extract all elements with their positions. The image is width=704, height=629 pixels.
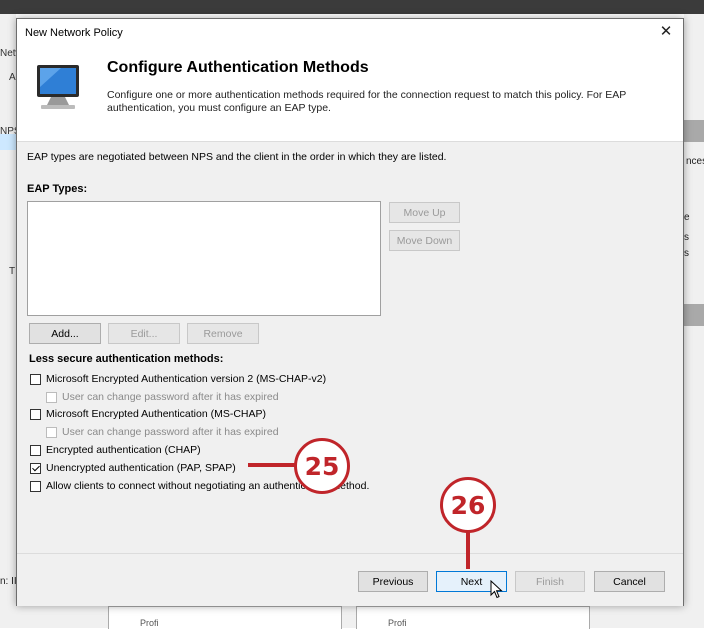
background-text: nces: [686, 156, 704, 167]
mschapv2-change-password-option[interactable]: User can change password after it has ex…: [46, 391, 279, 403]
step-number: 26: [450, 490, 486, 520]
mschapv2-change-password-label: User can change password after it has ex…: [62, 391, 279, 403]
page-title: Configure Authentication Methods: [107, 59, 369, 76]
previous-button[interactable]: Previous: [358, 571, 428, 592]
edit-eap-button[interactable]: Edit...: [108, 323, 180, 344]
move-down-button[interactable]: Move Down: [389, 230, 460, 251]
monitor-icon: [37, 65, 79, 109]
pap-spap-option[interactable]: Unencrypted authentication (PAP, SPAP): [30, 462, 236, 474]
background-window-titlebar: [0, 0, 704, 14]
background-text: Netw: [0, 48, 16, 59]
eap-types-list[interactable]: [27, 201, 381, 316]
eap-order-note: EAP types are negotiated between NPS and…: [27, 151, 447, 163]
page-description: Configure one or more authentication met…: [107, 89, 627, 114]
background-details-pane: nces e s s: [684, 14, 704, 628]
chap-checkbox[interactable]: [30, 444, 41, 456]
chap-option[interactable]: Encrypted authentication (CHAP): [30, 444, 201, 456]
mschap-change-password-option[interactable]: User can change password after it has ex…: [46, 426, 279, 438]
remove-eap-button[interactable]: Remove: [187, 323, 259, 344]
close-icon[interactable]: ✕: [655, 22, 677, 42]
background-text: A: [9, 72, 16, 83]
background-text: T: [9, 266, 16, 277]
pap-spap-label: Unencrypted authentication (PAP, SPAP): [46, 462, 236, 474]
pap-spap-checkbox[interactable]: [30, 462, 41, 474]
background-selected-node: [0, 134, 16, 150]
eap-types-label: EAP Types:: [27, 183, 88, 195]
background-header-bar: [684, 304, 704, 326]
cancel-button[interactable]: Cancel: [594, 571, 665, 592]
background-text: Profi: [140, 618, 159, 628]
mschap-label: Microsoft Encrypted Authentication (MS-C…: [46, 408, 266, 420]
no-negotiation-checkbox[interactable]: [30, 480, 41, 492]
background-header-bar: [684, 120, 704, 142]
mschapv2-checkbox[interactable]: [30, 373, 41, 385]
chap-label: Encrypted authentication (CHAP): [46, 444, 201, 456]
mschapv2-change-password-checkbox[interactable]: [46, 391, 57, 403]
background-text: e: [684, 212, 690, 223]
mschap-change-password-checkbox[interactable]: [46, 426, 57, 438]
add-eap-button[interactable]: Add...: [29, 323, 101, 344]
step-number: 25: [304, 451, 340, 481]
mschap-checkbox[interactable]: [30, 408, 41, 420]
background-text: n: II: [0, 576, 17, 587]
step-callout: 26: [440, 477, 496, 533]
background-text: Profi: [388, 618, 407, 628]
background-text: s: [684, 232, 689, 243]
mschapv2-option[interactable]: Microsoft Encrypted Authentication versi…: [30, 373, 326, 385]
dialog-titlebar: New Network Policy ✕: [17, 19, 683, 47]
dialog-header: Configure Authentication Methods Configu…: [17, 47, 683, 142]
background-bottom-area: n: II Profi Profi: [0, 576, 704, 629]
background-tree-pane: Netw A NPS T: [0, 14, 16, 628]
callout-leader-line: [248, 463, 296, 467]
callout-leader-line: [466, 531, 470, 569]
finish-button[interactable]: Finish: [515, 571, 585, 592]
step-callout: 25: [294, 438, 350, 494]
less-secure-methods-label: Less secure authentication methods:: [29, 353, 224, 365]
mouse-pointer-icon: [490, 580, 503, 599]
dialog-title: New Network Policy: [25, 27, 123, 39]
new-network-policy-dialog: New Network Policy ✕ Configure Authentic…: [16, 18, 684, 606]
background-text: s: [684, 248, 689, 259]
mschap-change-password-label: User can change password after it has ex…: [62, 426, 279, 438]
mschap-option[interactable]: Microsoft Encrypted Authentication (MS-C…: [30, 408, 266, 420]
mschapv2-label: Microsoft Encrypted Authentication versi…: [46, 373, 327, 385]
move-up-button[interactable]: Move Up: [389, 202, 460, 223]
